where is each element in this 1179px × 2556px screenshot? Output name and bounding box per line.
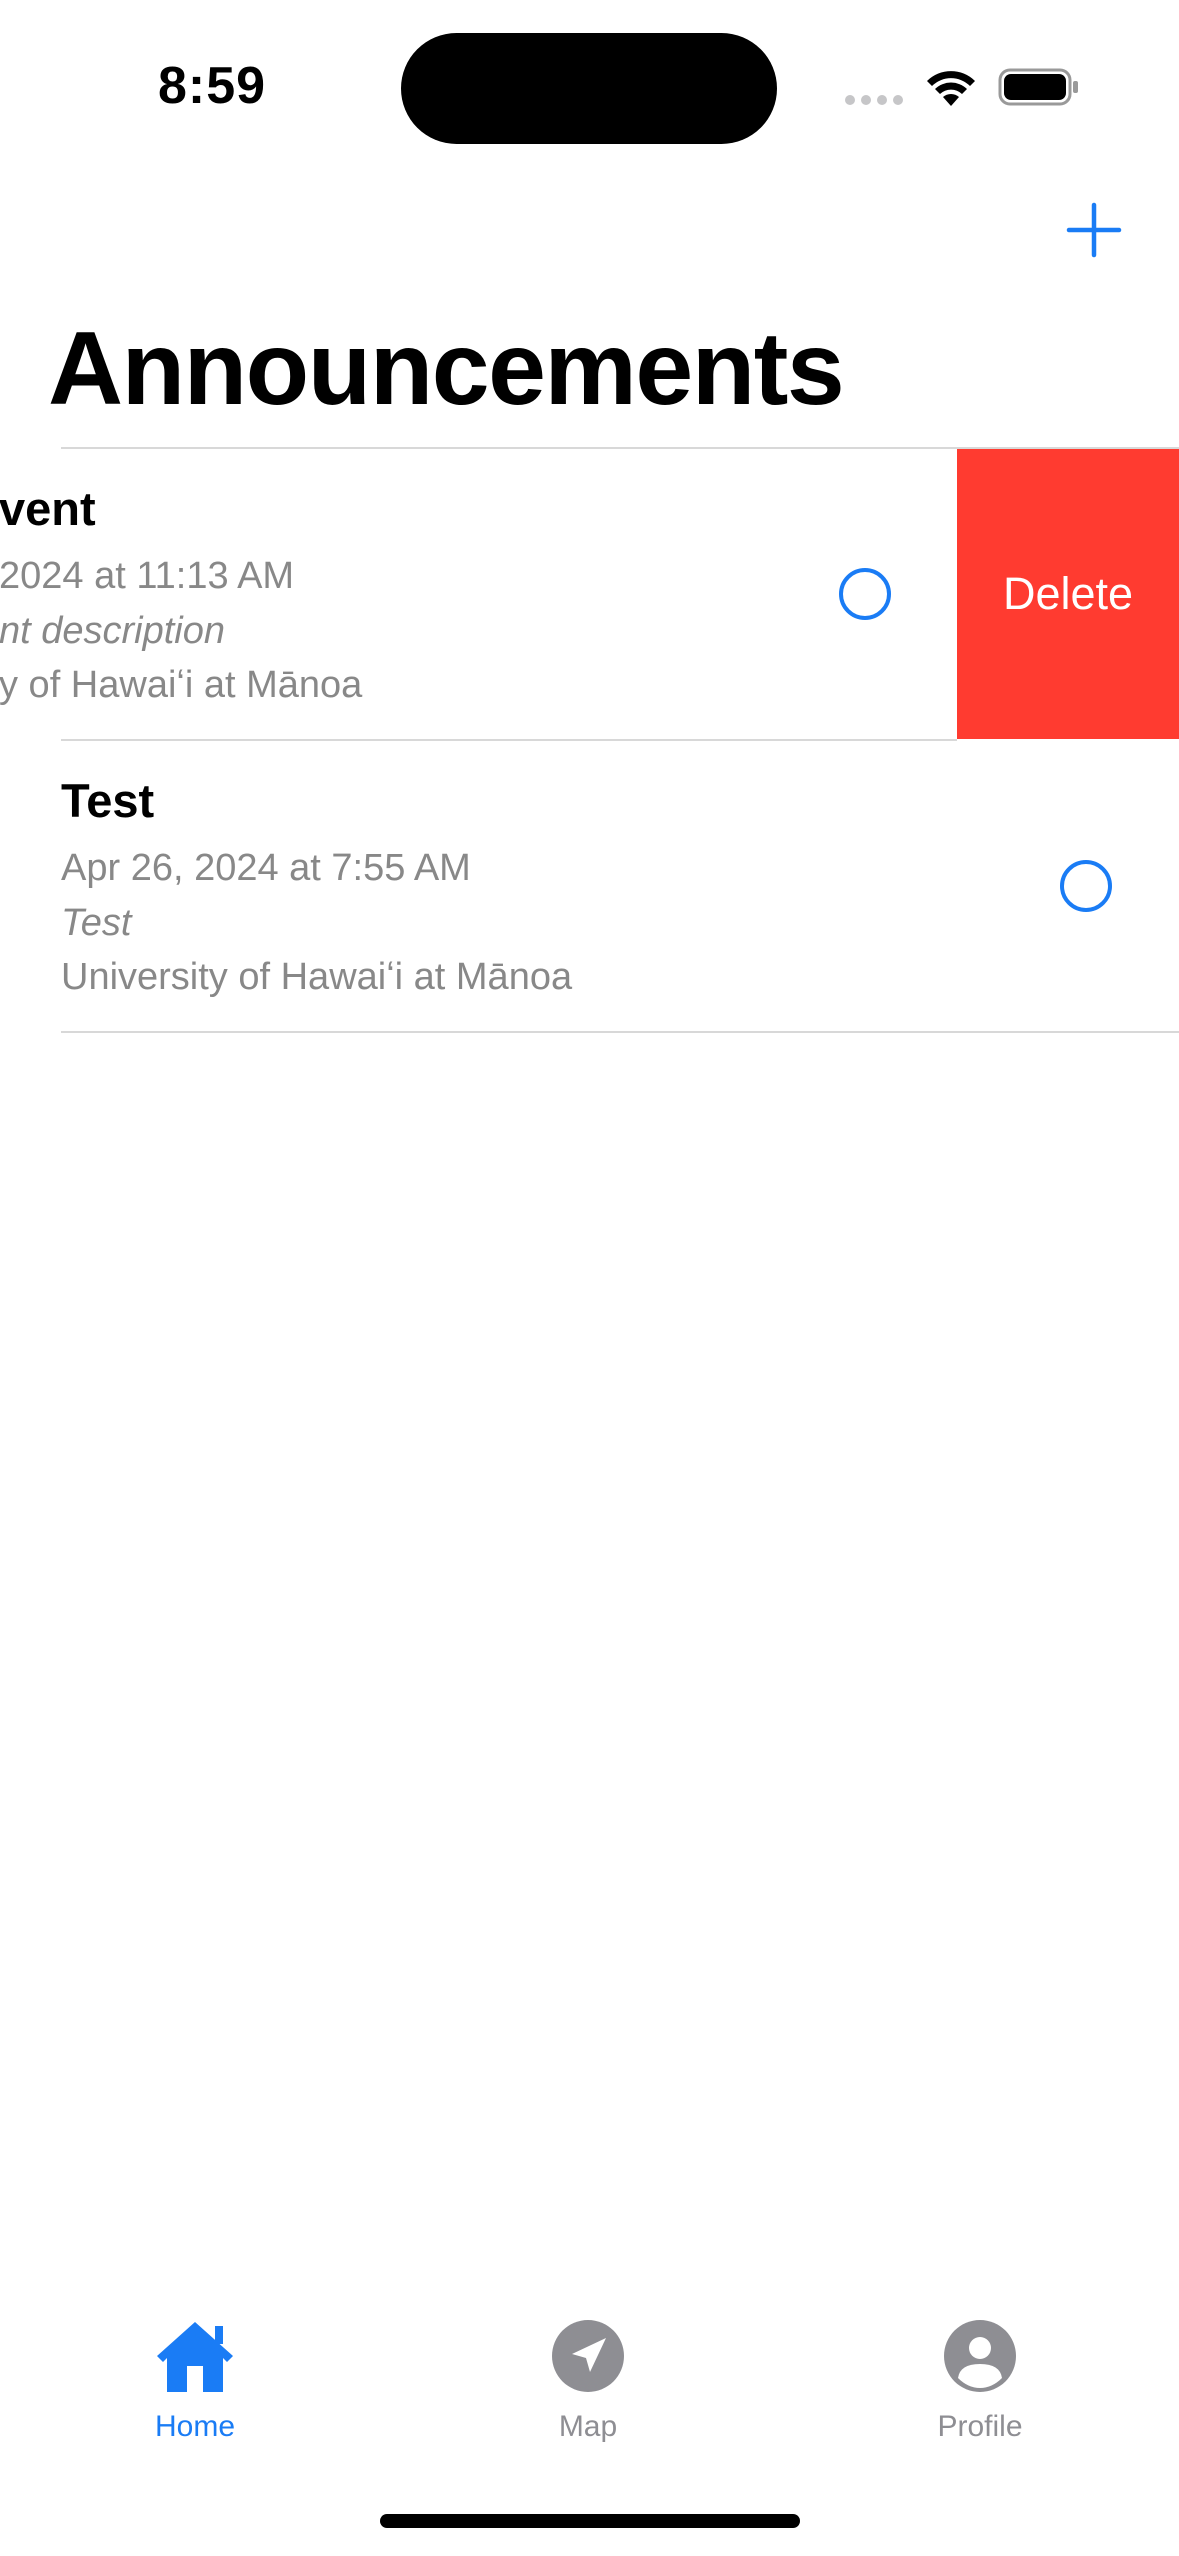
list-item-content: Test Apr 26, 2024 at 7:55 AM Test Univer… (61, 741, 1179, 1031)
list-divider (61, 1031, 1179, 1033)
select-radio-button[interactable] (1060, 860, 1112, 912)
tab-label: Profile (937, 2410, 1023, 2443)
add-announcement-button[interactable] (1066, 202, 1122, 258)
announcement-date: 2024 at 11:13 AM (0, 555, 295, 597)
announcement-organization: y of Hawaiʻi at Mānoa (0, 664, 363, 706)
battery-icon (998, 68, 1078, 106)
tab-home[interactable]: Home (105, 2318, 285, 2458)
screen: 8:59 Announcements vent 2024 at 11:13 AM… (0, 0, 1179, 2556)
wifi-icon (927, 71, 975, 106)
person-circle-icon (944, 2320, 1016, 2392)
status-time: 8:59 (158, 57, 267, 115)
house-icon (157, 2322, 233, 2392)
tab-label: Home (154, 2410, 236, 2443)
page-title: Announcements (48, 311, 845, 427)
tab-label: Map (558, 2410, 618, 2443)
home-indicator[interactable] (380, 2514, 800, 2528)
tab-profile[interactable]: Profile (890, 2318, 1070, 2458)
dynamic-island (401, 33, 777, 144)
select-radio-button[interactable] (839, 568, 891, 620)
tab-map[interactable]: Map (498, 2318, 678, 2458)
cellular-signal-icon (845, 95, 903, 105)
announcement-description: nt description (0, 610, 226, 652)
announcement-date: Apr 26, 2024 at 7:55 AM (61, 847, 471, 889)
announcement-organization: University of Hawaiʻi at Mānoa (61, 956, 573, 998)
announcement-title: vent (0, 482, 96, 535)
list-item[interactable]: Test Apr 26, 2024 at 7:55 AM Test Univer… (0, 741, 1179, 1031)
location-arrow-icon (552, 2320, 624, 2392)
announcement-title: Test (61, 774, 155, 827)
announcement-description: Test (61, 902, 132, 944)
delete-button[interactable]: Delete (957, 449, 1179, 739)
